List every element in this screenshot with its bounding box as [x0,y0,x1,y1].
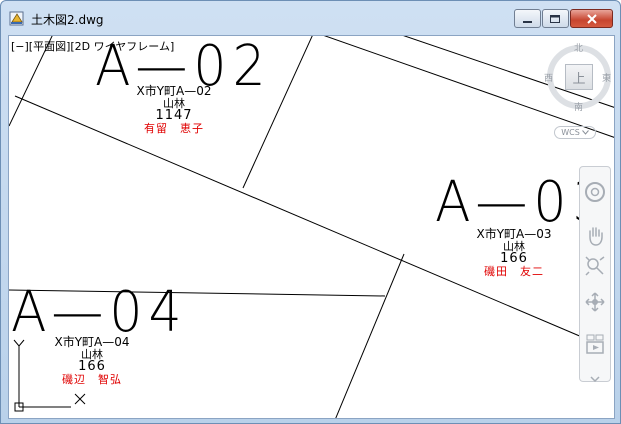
parcel-owner: 有留 恵子 [144,121,204,135]
parcel-area: 1147 [155,108,193,124]
orbit-icon [584,291,606,317]
parcel-info: X市Y町A—03 山林 166 磯田 友二 [449,228,579,277]
minimize-button[interactable] [514,9,541,28]
maximize-button[interactable] [542,9,569,28]
showmotion-icon [584,333,606,359]
compass-north[interactable]: 北 [574,41,583,54]
coordinate-system-label: WCS [561,128,580,137]
showmotion-button[interactable] [584,333,606,359]
parcel-owner: 磯辺 智弘 [62,372,122,386]
chevron-down-icon [581,128,589,137]
parcel-area: 166 [78,359,106,375]
steering-wheel-button[interactable] [584,181,606,207]
viewcube[interactable]: 北 南 東 西 上 WCS [543,38,613,148]
close-icon [586,9,598,28]
parcel-owner: 磯田 友二 [484,264,544,278]
zoom-extents-button[interactable] [584,255,606,281]
navbar-options-icon[interactable] [590,367,600,383]
zoom-extents-icon [584,255,606,281]
pan-icon [584,225,606,251]
parcel-info: X市Y町A—04 山林 166 磯辺 智弘 [27,336,157,385]
maximize-icon [550,9,561,28]
boundary-line [335,253,405,418]
compass-west[interactable]: 西 [544,71,553,84]
drawing-viewport[interactable]: [−][平面図][2D ワイヤフレーム] A—02 X市Y町A—02 山林 11… [8,35,615,419]
title-bar[interactable]: 土木図2.dwg [1,1,620,35]
viewcube-top-face[interactable]: 上 [565,64,593,90]
app-window: 土木図2.dwg [−][平面図][2D ワイヤフレーム] A—02 X市Y町A… [0,0,621,424]
orbit-button[interactable] [584,291,606,317]
close-button[interactable] [570,9,613,28]
steering-wheel-icon [584,181,606,207]
dwg-file-icon [9,10,25,26]
parcel-info: X市Y町A—02 山林 1147 有留 恵子 [109,85,239,134]
navigation-bar [579,166,611,383]
compass-south[interactable]: 南 [574,100,583,113]
window-title: 土木図2.dwg [31,13,104,27]
parcel-address: X市Y町A—04 [54,335,130,349]
minimize-icon [522,9,533,28]
compass-east[interactable]: 東 [602,71,611,84]
coordinate-system-menu[interactable]: WCS [554,126,596,139]
parcel-area: 166 [500,251,528,267]
parcel-address: X市Y町A—03 [476,227,552,241]
parcel-address: X市Y町A—02 [136,84,212,98]
pan-button[interactable] [584,227,606,249]
